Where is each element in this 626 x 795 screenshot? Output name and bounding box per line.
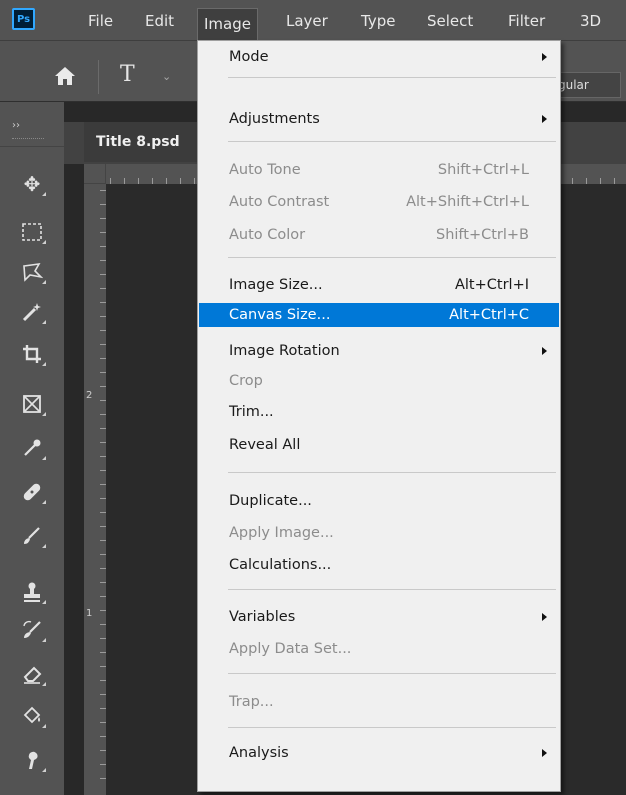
menu-item-canvas-size[interactable]: Canvas Size... Alt+Ctrl+C	[199, 303, 559, 327]
menu-item-apply-image[interactable]: Apply Image...	[199, 521, 559, 545]
menu-item-adjustments[interactable]: Adjustments	[199, 107, 559, 131]
toolbar-header	[0, 102, 64, 147]
ruler-label: 2	[86, 390, 93, 401]
ruler-label: 1	[86, 608, 93, 619]
chevron-down-icon[interactable]: ⌄	[162, 70, 171, 83]
crop-tool-icon[interactable]	[16, 338, 48, 370]
menu-item-analysis[interactable]: Analysis	[199, 741, 559, 765]
toolbar-grip[interactable]	[12, 138, 44, 140]
brush-icon[interactable]	[16, 520, 48, 552]
font-style-field[interactable]: gular	[555, 72, 621, 98]
eyedropper-icon[interactable]	[16, 432, 48, 464]
menu-item-mode[interactable]: Mode	[199, 45, 559, 69]
submenu-arrow-icon	[542, 347, 547, 355]
menu-item-image-rotation[interactable]: Image Rotation	[199, 339, 559, 363]
menu-file[interactable]: File	[88, 10, 113, 32]
menu-item-image-size[interactable]: Image Size... Alt+Ctrl+I	[199, 273, 559, 297]
menu-separator	[228, 472, 556, 473]
magic-wand-icon[interactable]	[16, 296, 48, 328]
menu-item-auto-tone[interactable]: Auto Tone Shift+Ctrl+L	[199, 158, 559, 182]
history-brush-icon[interactable]	[16, 614, 48, 646]
document-tab[interactable]: Title 8.psd	[84, 122, 200, 162]
lasso-tool-icon[interactable]	[16, 256, 48, 288]
menu-item-auto-contrast[interactable]: Auto Contrast Alt+Shift+Ctrl+L	[199, 190, 559, 214]
photoshop-logo: Ps	[12, 8, 35, 30]
image-menu-dropdown: Mode Adjustments Auto Tone Shift+Ctrl+L …	[197, 40, 561, 792]
menu-separator	[228, 673, 556, 674]
menu-separator	[228, 727, 556, 728]
ruler-origin[interactable]	[84, 164, 106, 184]
menu-image[interactable]: Image	[197, 8, 258, 40]
submenu-arrow-icon	[542, 115, 547, 123]
menu-separator	[228, 77, 556, 78]
menu-filter[interactable]: Filter	[508, 10, 545, 32]
frame-tool-icon[interactable]	[16, 388, 48, 420]
submenu-arrow-icon	[542, 749, 547, 757]
menu-item-reveal-all[interactable]: Reveal All	[199, 433, 559, 457]
menu-item-apply-data-set[interactable]: Apply Data Set...	[199, 637, 559, 661]
eraser-icon[interactable]	[16, 658, 48, 690]
menu-item-duplicate[interactable]: Duplicate...	[199, 489, 559, 513]
clone-stamp-icon[interactable]	[16, 576, 48, 608]
menu-3d[interactable]: 3D	[580, 10, 601, 32]
submenu-arrow-icon	[542, 613, 547, 621]
paint-bucket-icon[interactable]	[16, 700, 48, 732]
menu-item-trap[interactable]: Trap...	[199, 690, 559, 714]
menu-layer[interactable]: Layer	[286, 10, 328, 32]
healing-brush-icon[interactable]	[16, 476, 48, 508]
menu-type[interactable]: Type	[361, 10, 395, 32]
smudge-icon[interactable]	[16, 744, 48, 776]
menu-separator	[228, 257, 556, 258]
options-separator	[98, 60, 99, 94]
menu-select[interactable]: Select	[427, 10, 473, 32]
home-icon[interactable]	[54, 66, 76, 86]
menu-item-trim[interactable]: Trim...	[199, 400, 559, 424]
submenu-arrow-icon	[542, 53, 547, 61]
marquee-tool-icon[interactable]	[16, 216, 48, 248]
menu-separator	[228, 589, 556, 590]
menu-item-variables[interactable]: Variables	[199, 605, 559, 629]
menu-edit[interactable]: Edit	[145, 10, 174, 32]
menu-item-crop[interactable]: Crop	[199, 369, 559, 393]
move-tool-icon[interactable]: ✥	[16, 168, 48, 200]
menu-item-calculations[interactable]: Calculations...	[199, 553, 559, 577]
menu-item-auto-color[interactable]: Auto Color Shift+Ctrl+B	[199, 223, 559, 247]
type-tool-icon[interactable]: T	[120, 62, 135, 87]
collapse-panel-icon[interactable]: ››	[12, 120, 20, 131]
menu-separator	[228, 141, 556, 142]
